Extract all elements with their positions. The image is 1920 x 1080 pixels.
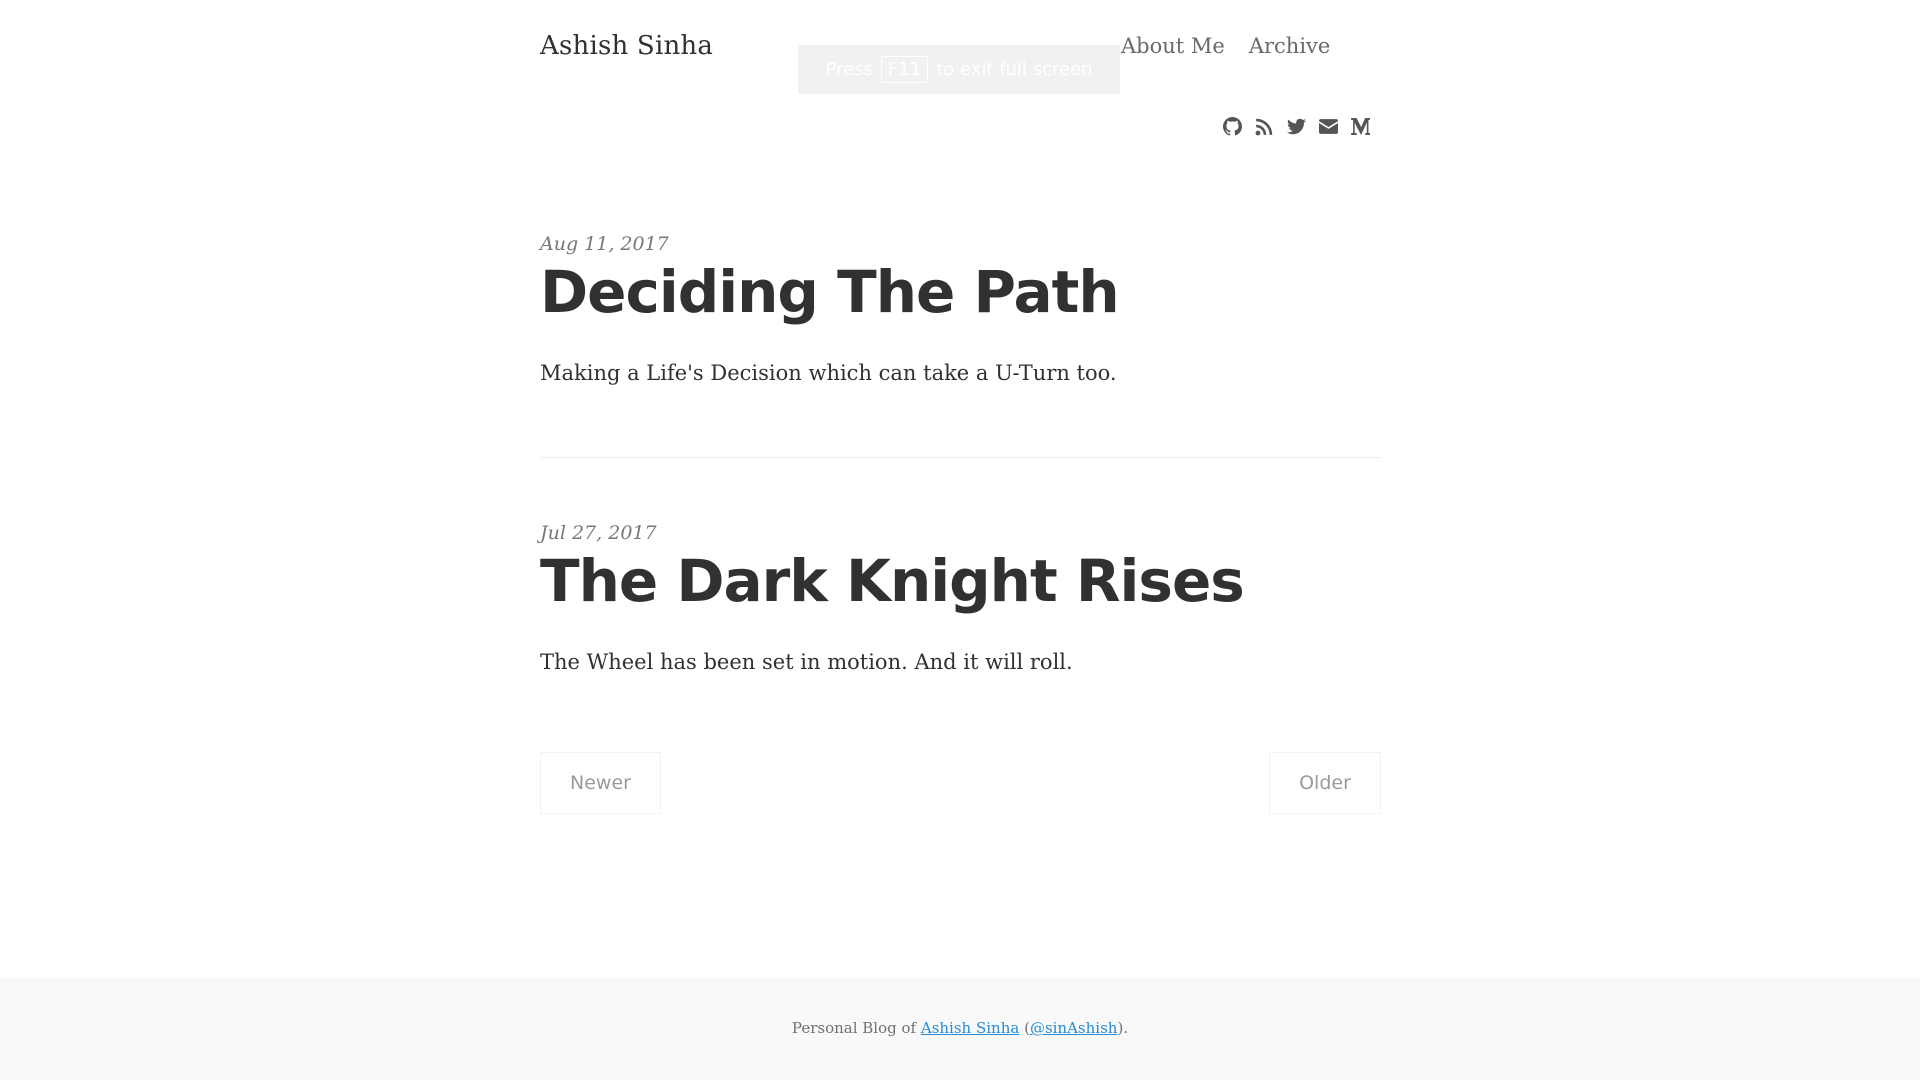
post-date: Aug 11, 2017: [540, 233, 669, 255]
envelope-icon[interactable]: [1318, 116, 1338, 136]
main-nav: About Me Archive: [1121, 34, 1330, 58]
nav-about-me[interactable]: About Me: [1121, 34, 1225, 58]
newer-button[interactable]: Newer: [540, 752, 661, 814]
post-excerpt: The Wheel has been set in motion. And it…: [540, 649, 1073, 674]
fullscreen-exit-toast: Press F11 to exit full screen: [798, 45, 1120, 94]
post-item: Jul 27, 2017 The Dark Knight Rises The W…: [540, 522, 1381, 674]
twitter-icon[interactable]: [1286, 116, 1306, 136]
footer-open-paren: (: [1019, 1019, 1030, 1037]
toast-prefix: Press: [825, 59, 873, 80]
post-item: Aug 11, 2017 Deciding The Path Making a …: [540, 233, 1381, 385]
site-title[interactable]: Ashish Sinha: [540, 31, 713, 61]
footer-close: ).: [1117, 1019, 1129, 1037]
post-title[interactable]: The Dark Knight Rises: [540, 549, 1381, 614]
post-date: Jul 27, 2017: [540, 522, 657, 544]
footer-handle-link[interactable]: @sinAshish: [1030, 1019, 1118, 1037]
rss-icon[interactable]: [1254, 116, 1274, 136]
medium-icon[interactable]: [1350, 116, 1370, 136]
post-title[interactable]: Deciding The Path: [540, 260, 1381, 325]
footer-author-link[interactable]: Ashish Sinha: [921, 1019, 1019, 1037]
nav-archive[interactable]: Archive: [1249, 34, 1331, 58]
post-divider: [540, 457, 1381, 458]
footer-prefix: Personal Blog of: [791, 1019, 921, 1037]
toast-suffix: to exit full screen: [936, 59, 1093, 80]
social-links: [1222, 116, 1370, 136]
footer-text: Personal Blog of Ashish Sinha (@sinAshis…: [0, 1019, 1920, 1037]
footer: Personal Blog of Ashish Sinha (@sinAshis…: [0, 977, 1920, 1080]
older-button[interactable]: Older: [1269, 752, 1381, 814]
github-icon[interactable]: [1222, 116, 1242, 136]
page: Ashish Sinha About Me Archive Press F11 …: [0, 0, 1920, 1080]
toast-key: F11: [880, 56, 929, 83]
post-excerpt: Making a Life's Decision which can take …: [540, 360, 1117, 385]
